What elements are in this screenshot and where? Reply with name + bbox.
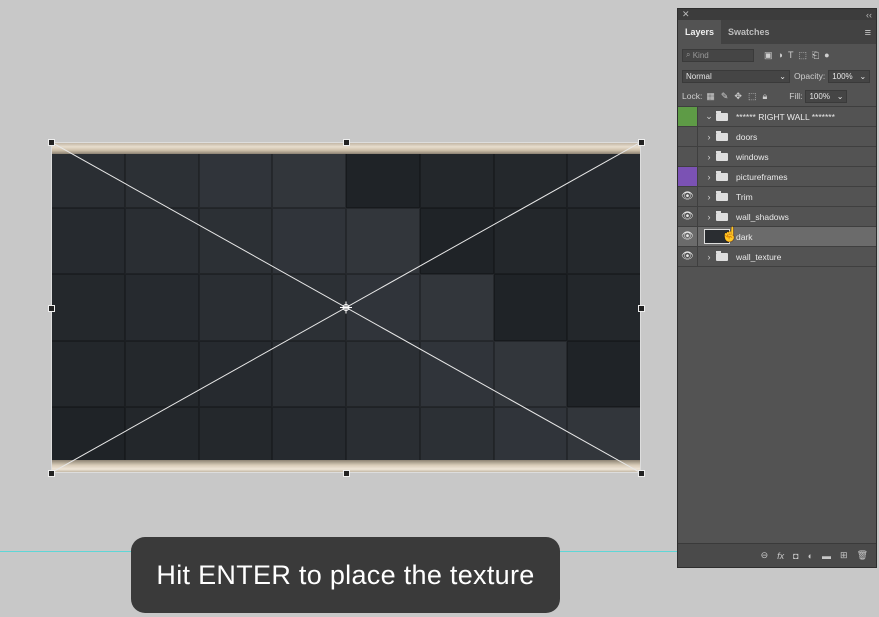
blend-row: Normal ⌄ Opacity: 100% ⌄ (678, 66, 876, 86)
lock-all-icon[interactable]: 🔒︎ (762, 91, 767, 102)
transform-handle-br[interactable] (638, 470, 645, 477)
chevron-down-icon: ⌄ (859, 71, 867, 81)
fill-field[interactable]: 100% ⌄ (805, 89, 848, 103)
new-group-icon[interactable]: ▬ (822, 551, 831, 561)
lock-artboard-icon[interactable]: ⬚ (748, 91, 757, 102)
transform-box[interactable] (51, 142, 641, 473)
instruction-caption: Hit ENTER to place the texture (131, 537, 560, 613)
lock-transparent-icon[interactable]: ▦ (706, 91, 715, 102)
blend-mode-select[interactable]: Normal ⌄ (682, 69, 790, 83)
close-icon[interactable]: ✕ (682, 9, 690, 20)
eye-icon[interactable]: 👁︎ (678, 247, 698, 266)
layer-name: wall_shadows (736, 211, 789, 222)
add-mask-icon[interactable]: ◘ (793, 551, 798, 561)
transform-handle-mr[interactable] (638, 305, 645, 312)
new-layer-icon[interactable]: ⊞ (840, 550, 848, 561)
transform-handle-bl[interactable] (48, 470, 55, 477)
layer-row[interactable]: ⌄ ****** RIGHT WALL ******* (678, 107, 876, 127)
new-adjustment-icon[interactable]: ◐ (808, 551, 813, 561)
layers-list: ⌄ ****** RIGHT WALL ******* › doors › windows… (678, 107, 876, 267)
folder-icon (716, 190, 728, 201)
folder-icon (716, 210, 728, 221)
visibility-toggle[interactable] (678, 147, 698, 166)
layer-name: ****** RIGHT WALL ******* (736, 111, 835, 122)
fx-icon[interactable]: fx (777, 551, 784, 561)
layer-name: Trim (736, 191, 753, 202)
filter-toggle-icon[interactable]: ● (824, 50, 829, 61)
layer-row[interactable]: › windows (678, 147, 876, 167)
filter-kind-select[interactable]: ⌕ Kind (682, 48, 754, 62)
folder-icon (716, 250, 728, 261)
panel-menu-icon[interactable]: ≡ (865, 27, 871, 39)
transform-handle-bc[interactable] (343, 470, 350, 477)
layer-row[interactable]: 👁︎ › wall_texture (678, 247, 876, 267)
layer-row[interactable]: 👁︎ › wall_shadows (678, 207, 876, 227)
chevron-right-icon[interactable]: › (704, 192, 714, 202)
smart-object-filter-icon[interactable]: ⎗ (812, 50, 819, 61)
layer-name: dark (736, 231, 753, 242)
layer-name: wall_texture (736, 251, 782, 262)
opacity-label: Opacity: (794, 71, 826, 81)
trash-icon[interactable]: 🗑︎ (857, 550, 868, 561)
transform-handle-ml[interactable] (48, 305, 55, 312)
chevron-down-icon: ⌄ (836, 91, 844, 101)
tab-swatches[interactable]: Swatches (721, 20, 777, 44)
chevron-right-icon[interactable]: › (704, 172, 714, 182)
filter-kind-label: Kind (692, 50, 709, 60)
filter-row: ⌕ Kind ▣ ◑ T ⬚ ⎗ ● (678, 44, 876, 66)
layer-row[interactable]: › pictureframes (678, 167, 876, 187)
folder-icon (716, 170, 728, 181)
panel-footer: ⊖ fx ◘ ◐ ▬ ⊞ 🗑︎ (678, 543, 876, 567)
lock-label: Lock: (682, 91, 703, 101)
chevron-down-icon: ⌄ (779, 71, 786, 81)
eye-icon[interactable]: 👁︎ (678, 187, 698, 206)
filter-icons: ▣ ◑ T ⬚ ⎗ ● (764, 50, 830, 61)
visibility-toggle[interactable] (678, 167, 698, 186)
opacity-field[interactable]: 100% ⌄ (828, 69, 871, 83)
visibility-toggle[interactable] (678, 127, 698, 146)
type-filter-icon[interactable]: T (788, 50, 794, 61)
panel-tabs: Layers Swatches ≡ (678, 20, 876, 44)
transform-handle-tr[interactable] (638, 139, 645, 146)
lock-icons: ▦ ✎ ✥ ⬚ 🔒︎ (706, 91, 767, 102)
panel-title-bar: ✕ ‹‹ (678, 9, 876, 20)
lock-row: Lock: ▦ ✎ ✥ ⬚ 🔒︎ Fill: 100% ⌄ (678, 86, 876, 107)
fill-value: 100% (809, 91, 830, 101)
fill-label: Fill: (789, 91, 803, 101)
transform-handle-tl[interactable] (48, 139, 55, 146)
link-layers-icon[interactable]: ⊖ (761, 550, 769, 561)
blend-mode-value: Normal (686, 71, 712, 81)
layer-name: doors (736, 131, 758, 142)
transform-handle-tc[interactable] (343, 139, 350, 146)
folder-icon (716, 110, 728, 121)
opacity-value: 100% (832, 71, 853, 81)
folder-icon (716, 130, 728, 141)
eye-icon[interactable]: 👁︎ (678, 207, 698, 226)
lock-pixels-icon[interactable]: ✎ (721, 91, 729, 102)
shape-filter-icon[interactable]: ⬚ (798, 50, 807, 61)
layer-row[interactable]: › doors (678, 127, 876, 147)
tab-layers[interactable]: Layers (678, 20, 722, 44)
layer-name: windows (736, 151, 769, 162)
chevron-down-icon[interactable]: ⌄ (704, 111, 714, 122)
visibility-toggle[interactable] (678, 107, 698, 126)
lock-position-icon[interactable]: ✥ (734, 91, 742, 102)
chevron-right-icon[interactable]: › (704, 252, 714, 262)
layer-name: pictureframes (736, 171, 788, 182)
folder-icon (716, 150, 728, 161)
layer-row[interactable]: 👁︎ dark (678, 227, 876, 247)
chevron-right-icon[interactable]: › (704, 212, 714, 222)
search-icon: ⌕ (686, 50, 693, 59)
eye-icon[interactable]: 👁︎ (678, 227, 698, 246)
chevron-right-icon[interactable]: › (704, 152, 714, 162)
chevron-right-icon[interactable]: › (704, 132, 714, 142)
pixel-filter-icon[interactable]: ▣ (764, 50, 773, 61)
adjustment-filter-icon[interactable]: ◑ (778, 50, 783, 61)
layers-panel: ✕ ‹‹ Layers Swatches ≡ ⌕ Kind ▣ ◑ T ⬚ ⎗ … (677, 8, 877, 568)
reference-point-icon[interactable] (340, 301, 352, 314)
layer-row[interactable]: 👁︎ › Trim (678, 187, 876, 207)
hand-cursor-icon: ☝ (721, 226, 739, 242)
collapse-icon[interactable]: ‹‹ (866, 10, 872, 20)
